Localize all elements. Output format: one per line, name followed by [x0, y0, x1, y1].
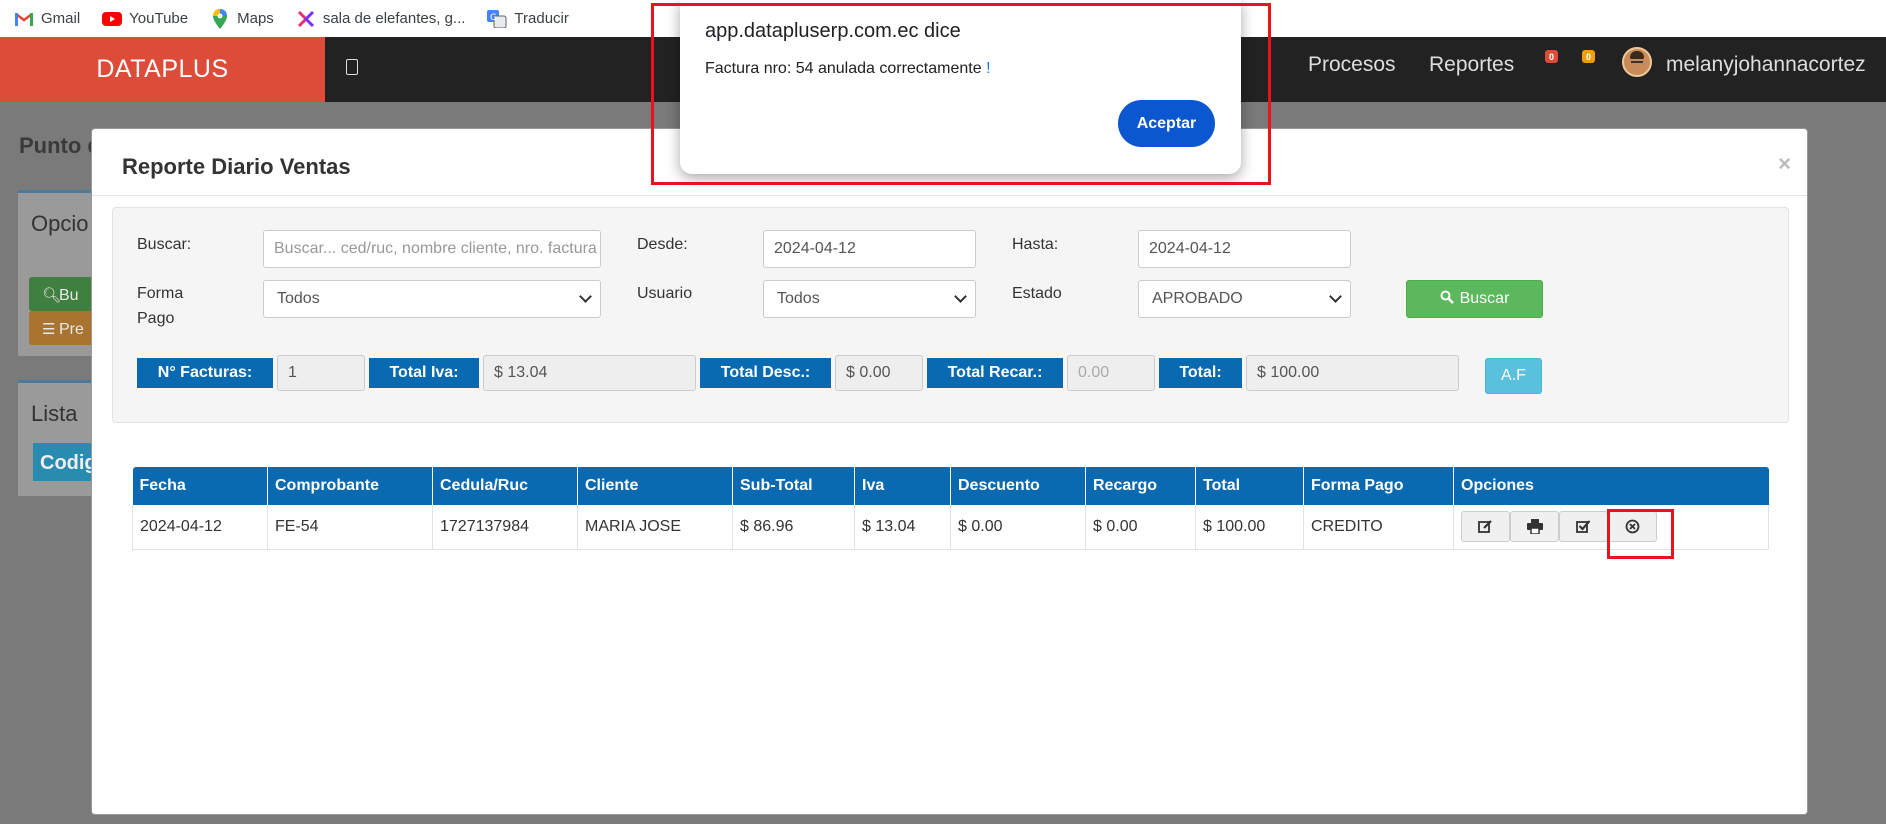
bookmark-label: Gmail [41, 10, 81, 27]
sidebar-toggle-icon[interactable] [346, 59, 358, 75]
options-panel: Opcio 🔍︎ Bu ☰ Pre [18, 190, 99, 356]
usuario-label: Usuario [637, 285, 693, 302]
buscar-button[interactable]: Buscar [1406, 280, 1543, 318]
bookmark-maps[interactable]: Maps [210, 8, 274, 29]
col-total[interactable]: Total [1195, 467, 1304, 505]
forma-pago-label: Forma Pago [137, 285, 184, 327]
user-menu[interactable]: melanyjohannacortez [1666, 53, 1866, 77]
report-modal: Reporte Diario Ventas × Buscar: Buscar..… [91, 128, 1808, 815]
list-panel: Lista Codig [18, 380, 99, 496]
check-square-icon [1560, 512, 1607, 541]
af-button[interactable]: A.F [1485, 358, 1542, 394]
bookmark-label: YouTube [129, 10, 189, 27]
sales-table: Fecha Comprobante Cedula/Ruc Cliente Sub… [132, 467, 1769, 550]
chevron-down-icon [1329, 290, 1342, 303]
bookmark-label: Traducir [514, 10, 569, 27]
desde-label: Desde: [637, 236, 688, 253]
total-value: $ 100.00 [1246, 355, 1459, 391]
highlight-box-cancel-button [1607, 509, 1674, 559]
buscar-label: Buscar: [137, 236, 192, 253]
desde-date-input[interactable]: 2024-04-12 [763, 230, 976, 268]
nav-procesos[interactable]: Procesos [1308, 53, 1396, 77]
total-label: Total: [1159, 358, 1242, 388]
col-descuento[interactable]: Descuento [950, 467, 1086, 505]
search-input[interactable]: Buscar... ced/ruc, nombre cliente, nro. … [263, 230, 601, 268]
svg-text:G: G [490, 13, 497, 23]
col-iva[interactable]: Iva [854, 467, 951, 505]
cell-comprobante: FE-54 [267, 505, 433, 550]
page-title: Punto d [19, 133, 101, 158]
bookmark-label: sala de elefantes, g... [322, 10, 466, 27]
bookmark-youtube[interactable]: YouTube [102, 9, 188, 29]
bookmark-traducir[interactable]: G Traducir [487, 9, 569, 29]
estado-label: Estado [1012, 285, 1062, 302]
youtube-icon [102, 9, 123, 29]
cell-recargo: $ 0.00 [1085, 505, 1196, 550]
total-recar-value: 0.00 [1067, 355, 1155, 391]
options-title: Opcio [31, 211, 89, 236]
bookmark-sala-elefantes[interactable]: sala de elefantes, g... [296, 9, 466, 29]
cell-cedula-ruc: 1727137984 [432, 505, 578, 550]
print-button[interactable] [1510, 511, 1559, 543]
bookmark-gmail[interactable]: Gmail [14, 9, 80, 29]
codigo-column-header: Codig [33, 443, 99, 481]
filter-panel: Buscar: Buscar... ced/ruc, nombre client… [112, 207, 1789, 423]
search-icon: 🔍︎ [42, 287, 62, 304]
hasta-label: Hasta: [1012, 236, 1059, 253]
col-recargo[interactable]: Recargo [1085, 467, 1196, 505]
col-subtotal[interactable]: Sub-Total [732, 467, 855, 505]
translate-icon: G [487, 9, 507, 29]
table-header-row: Fecha Comprobante Cedula/Ruc Cliente Sub… [132, 467, 1769, 505]
print-icon [1511, 512, 1558, 541]
table-row: 2024-04-12 FE-54 1727137984 MARIA JOSE $… [132, 505, 1769, 550]
edit-icon [1462, 512, 1509, 541]
close-icon[interactable]: × [1778, 151, 1791, 177]
list-bg-button[interactable]: ☰ Pre [29, 311, 99, 345]
col-cedula-ruc[interactable]: Cedula/Ruc [432, 467, 578, 505]
list-title: Lista [31, 401, 78, 426]
edit-button[interactable] [1461, 511, 1510, 543]
cell-subtotal: $ 86.96 [732, 505, 855, 550]
usuario-select[interactable]: Todos [763, 280, 976, 318]
total-desc-label: Total Desc.: [700, 358, 831, 388]
approve-button[interactable] [1559, 511, 1608, 543]
col-opciones: Opciones [1453, 467, 1769, 505]
gmail-icon [14, 9, 34, 29]
col-forma-pago[interactable]: Forma Pago [1303, 467, 1454, 505]
total-iva-value: $ 13.04 [483, 355, 696, 391]
list-icon: ☰ [42, 321, 56, 338]
col-comprobante[interactable]: Comprobante [267, 467, 433, 505]
estado-select[interactable]: APROBADO [1138, 280, 1351, 318]
search-icon [1440, 290, 1454, 308]
chevron-down-icon [579, 290, 592, 303]
bookmark-label: Maps [237, 10, 274, 27]
cell-cliente: MARIA JOSE [577, 505, 733, 550]
highlight-box-alert [651, 3, 1271, 185]
cell-total: $ 100.00 [1195, 505, 1304, 550]
cell-descuento: $ 0.00 [950, 505, 1086, 550]
nav-reportes[interactable]: Reportes [1429, 53, 1514, 77]
search-bg-button[interactable]: 🔍︎ Bu [29, 277, 99, 311]
total-recar-label: Total Recar.: [927, 358, 1063, 388]
forma-pago-select[interactable]: Todos [263, 280, 601, 318]
user-avatar[interactable] [1622, 47, 1652, 77]
cell-fecha: 2024-04-12 [132, 505, 268, 550]
site-logo-icon [296, 9, 316, 29]
col-fecha[interactable]: Fecha [132, 467, 268, 505]
col-cliente[interactable]: Cliente [577, 467, 733, 505]
brand-logo[interactable]: DATAPLUS [0, 37, 325, 102]
total-desc-value: $ 0.00 [835, 355, 923, 391]
notification-badge[interactable]: 0 [1545, 50, 1558, 63]
tasks-badge[interactable]: 0 [1582, 50, 1595, 63]
chevron-down-icon [954, 290, 967, 303]
total-iva-label: Total Iva: [369, 358, 479, 388]
maps-pin-icon [210, 8, 230, 29]
cell-iva: $ 13.04 [854, 505, 951, 550]
hasta-date-input[interactable]: 2024-04-12 [1138, 230, 1351, 268]
modal-title: Reporte Diario Ventas [122, 154, 351, 179]
cell-forma-pago: CREDITO [1303, 505, 1454, 550]
facturas-count-value: 1 [277, 355, 365, 391]
facturas-count-label: N° Facturas: [137, 358, 273, 388]
